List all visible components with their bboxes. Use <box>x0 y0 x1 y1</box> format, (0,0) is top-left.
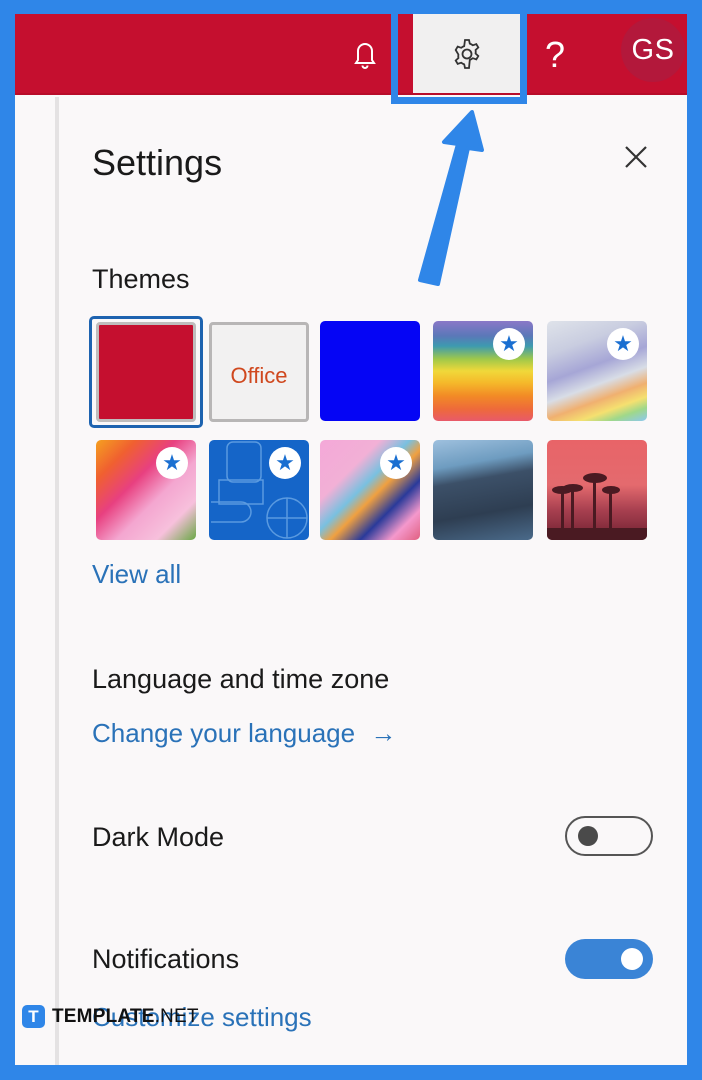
settings-button[interactable] <box>413 14 521 93</box>
template-logo-icon: T <box>22 1005 45 1028</box>
premium-star-icon: ★ <box>380 447 412 479</box>
pointer-arrow-icon <box>418 110 484 286</box>
language-heading: Language and time zone <box>92 664 390 694</box>
premium-star-icon: ★ <box>156 447 188 479</box>
theme-tile-mountain[interactable] <box>433 440 533 540</box>
theme-tile-blue[interactable] <box>320 321 420 421</box>
bell-icon <box>354 42 376 69</box>
theme-tile-pink-toys[interactable]: ★ <box>320 440 420 540</box>
notifications-button[interactable] <box>345 14 385 95</box>
top-bar: ? GS <box>15 14 687 95</box>
dark-mode-toggle[interactable] <box>565 816 653 856</box>
help-icon: ? <box>544 33 566 75</box>
theme-tile-red[interactable] <box>96 322 196 422</box>
help-button[interactable]: ? <box>535 14 575 95</box>
premium-star-icon: ★ <box>269 447 301 479</box>
palm-trees-icon <box>547 473 647 540</box>
avatar[interactable]: GS <box>621 18 685 82</box>
panel-title: Settings <box>92 142 223 183</box>
theme-tile-palm-sunset[interactable] <box>547 440 647 540</box>
settings-window: ? GS Settings Themes Office ★ ★ ★ ★ ★ Vi… <box>15 14 687 1065</box>
themes-heading: Themes <box>92 264 190 294</box>
office-label: Office <box>230 363 288 388</box>
arrow-right-icon: → <box>370 718 397 748</box>
close-icon[interactable] <box>621 142 651 172</box>
gear-icon <box>454 38 480 69</box>
dark-mode-label: Dark Mode <box>92 822 225 852</box>
change-language-label: Change your language <box>92 718 356 748</box>
view-all-themes-link[interactable]: View all <box>92 559 181 590</box>
premium-star-icon: ★ <box>607 328 639 360</box>
change-language-link[interactable]: Change your language → <box>92 718 396 749</box>
template-net-watermark: T TEMPLATE.NET <box>22 1005 199 1028</box>
premium-star-icon: ★ <box>493 328 525 360</box>
theme-tile-unicorn[interactable]: ★ <box>96 440 196 540</box>
notifications-label: Notifications <box>92 944 240 974</box>
divider <box>55 97 59 1065</box>
theme-tile-rainbow-waves[interactable]: ★ <box>433 321 533 421</box>
theme-tile-blue-school[interactable]: ★ <box>209 440 309 540</box>
watermark-text: TEMPLATE.NET <box>52 1005 199 1027</box>
theme-tile-silver-rainbow[interactable]: ★ <box>547 321 647 421</box>
toggle-knob <box>621 948 643 970</box>
notifications-toggle[interactable] <box>565 939 653 979</box>
theme-tile-office[interactable]: Office <box>209 322 309 422</box>
toggle-knob <box>578 826 598 846</box>
